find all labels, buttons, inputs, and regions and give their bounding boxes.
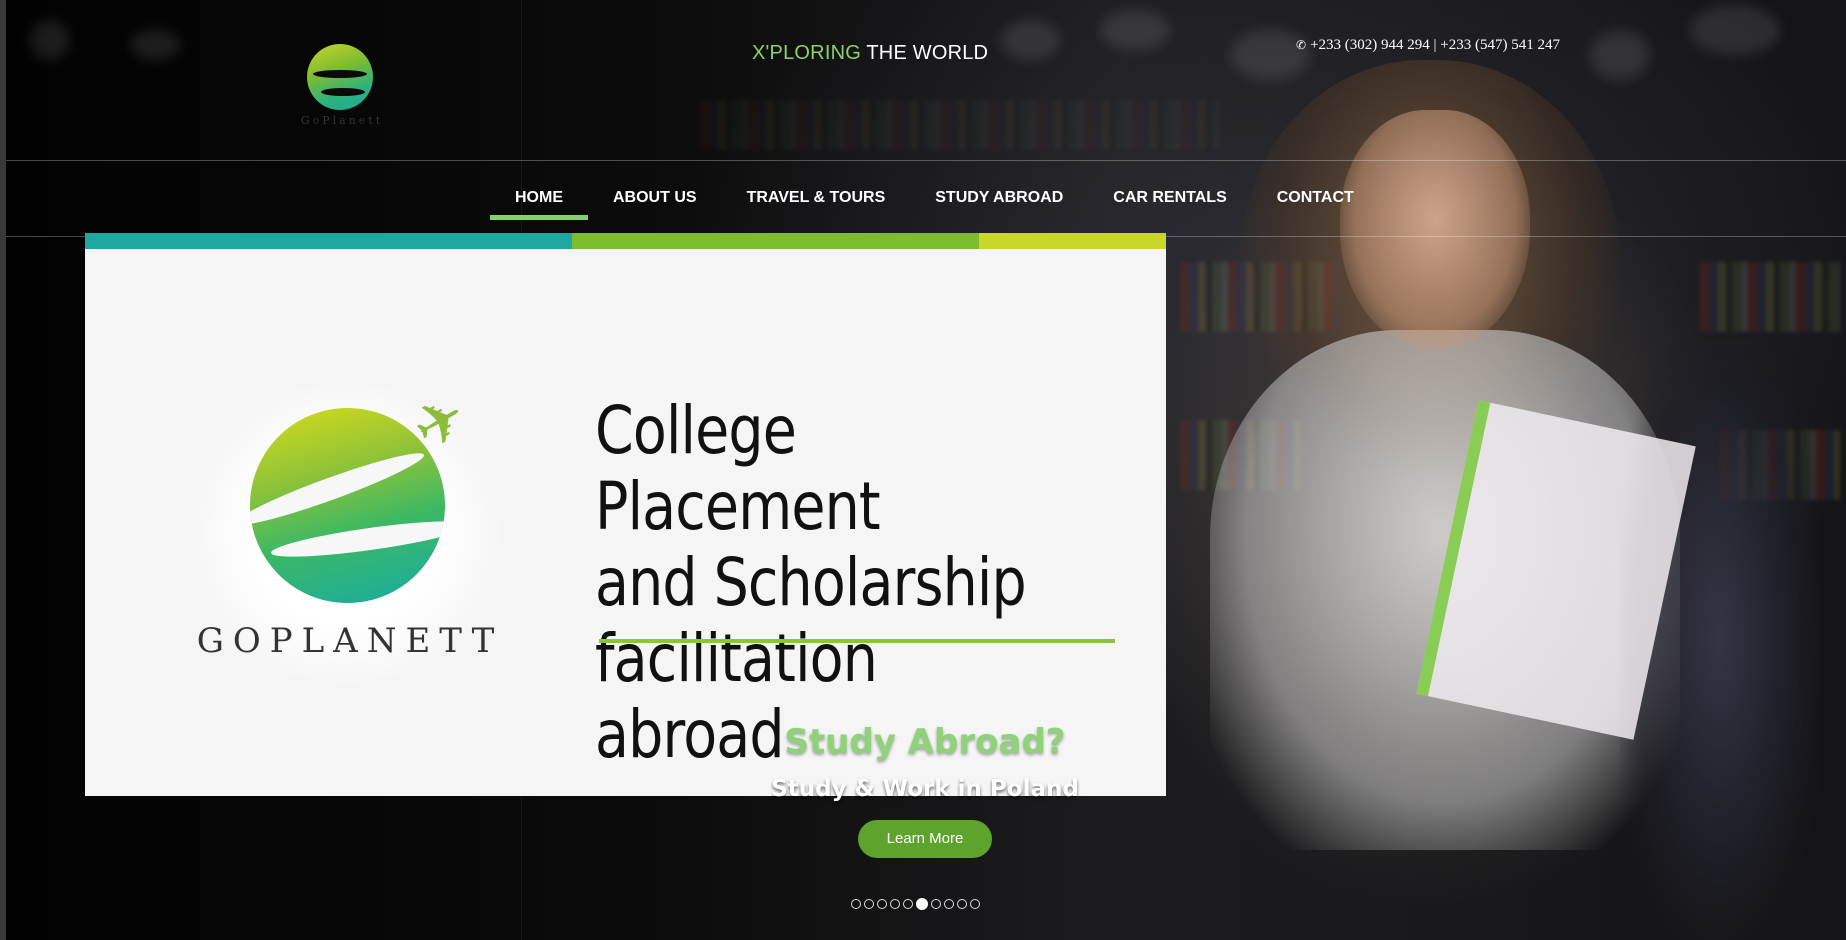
site-logo[interactable]: GoPlanett — [290, 44, 394, 130]
bokeh-light — [30, 20, 70, 60]
nav-contact[interactable]: CONTACT — [1252, 160, 1379, 236]
slider-dot[interactable] — [957, 899, 967, 909]
globe-logo-icon — [307, 44, 373, 110]
bokeh-light — [1590, 30, 1650, 80]
slide-banner-image: ✈ GOPLANETT College Placement and Schola… — [85, 233, 1166, 796]
slider-dot[interactable] — [877, 899, 887, 909]
phone-numbers: +233 (302) 944 294 | +233 (547) 541 247 — [1310, 37, 1560, 53]
bokeh-light — [1690, 5, 1780, 55]
banner-logo: ✈ GOPLANETT — [175, 380, 515, 683]
bokeh-light — [1000, 20, 1060, 60]
headline-line: and Scholarship — [595, 544, 1027, 621]
slide-title: Study Abroad? — [784, 722, 1066, 762]
slider-dot[interactable] — [851, 899, 861, 909]
banner-brand: GOPLANETT — [196, 621, 504, 661]
main-nav: HOME ABOUT US TRAVEL & TOURS STUDY ABROA… — [490, 160, 1379, 236]
nav-car-rentals[interactable]: CAR RENTALS — [1088, 160, 1251, 236]
banner-stripe-green — [572, 233, 979, 249]
banner-stripe-lime — [979, 233, 1166, 249]
slider-dot[interactable] — [864, 899, 874, 909]
slider-dot[interactable] — [931, 899, 941, 909]
bokeh-light — [1100, 10, 1170, 50]
slider-dot[interactable] — [944, 899, 954, 909]
slider-pagination — [851, 898, 980, 910]
nav-about-us[interactable]: ABOUT US — [588, 160, 722, 236]
slide-subtitle: Study & Work in Poland — [771, 776, 1079, 802]
tagline: X'PLORING THE WORLD — [752, 42, 988, 65]
slider-dot[interactable] — [970, 899, 980, 909]
contact-phones: ✆ +233 (302) 944 294 | +233 (547) 541 247 — [1296, 37, 1560, 54]
phone-icon: ✆ — [1296, 38, 1307, 52]
nav-travel-tours[interactable]: TRAVEL & TOURS — [722, 160, 911, 236]
window-edge — [0, 0, 6, 940]
bookshelf — [700, 100, 1220, 150]
nav-study-abroad[interactable]: STUDY ABROAD — [910, 160, 1088, 236]
bookshelf — [1700, 262, 1840, 332]
globe-icon — [250, 408, 445, 603]
headline-underline — [599, 639, 1115, 643]
banner-stripe-teal — [85, 233, 572, 249]
headline-line: College Placement — [595, 392, 881, 545]
banner-headline: College Placement and Scholarship facili… — [595, 393, 1032, 773]
slider-dot[interactable] — [890, 899, 900, 909]
logo-text: GoPlanett — [300, 114, 384, 127]
tagline-rest: THE WORLD — [860, 42, 989, 64]
page: GoPlanett X'PLORING THE WORLD ✆ +233 (302… — [0, 0, 1846, 940]
slider-dot[interactable] — [903, 899, 913, 909]
nav-home[interactable]: HOME — [490, 160, 588, 236]
tagline-accent: X'PLORING — [752, 42, 861, 64]
slider-dot-active[interactable] — [916, 898, 928, 910]
bokeh-light — [130, 30, 180, 60]
learn-more-button[interactable]: Learn More — [858, 820, 992, 858]
